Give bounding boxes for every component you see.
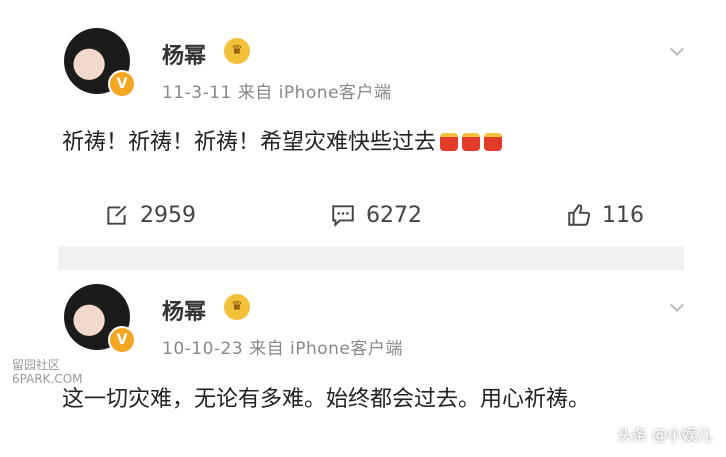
avatar[interactable]: V [64, 28, 136, 98]
watermark-6park: 留园社区 6PARK.COM [12, 358, 83, 386]
candle-emoji-icon [440, 133, 459, 151]
repost-button[interactable]: 2959 [104, 200, 196, 230]
watermark-line2: 6PARK.COM [12, 372, 83, 386]
comment-count: 6272 [366, 202, 422, 228]
post-separator [58, 246, 684, 270]
comment-icon [332, 205, 354, 228]
post-meta: 11-3-11 来自 iPhone客户端 [162, 83, 392, 103]
weibo-post-2: V 杨幂 ♛ 10-10-23 来自 iPhone客户端 这一切灾难，无论有多难… [58, 270, 685, 457]
avatar[interactable]: V [64, 284, 136, 354]
post-meta: 10-10-23 来自 iPhone客户端 [162, 339, 403, 359]
candle-emoji-icon [462, 133, 481, 151]
crown-icon: ♛ [224, 38, 250, 64]
candle-emoji-icon [484, 133, 503, 151]
verified-v-icon: V [108, 70, 136, 98]
repost-count: 2959 [140, 202, 196, 228]
weibo-post-1: V 杨幂 ♛ 11-3-11 来自 iPhone客户端 祈祷！祈祷！祈祷！希望灾… [58, 14, 685, 246]
like-button[interactable]: 116 [566, 200, 644, 230]
chevron-down-icon[interactable] [669, 297, 685, 313]
watermark-line1: 留园社区 [12, 358, 61, 372]
like-count: 116 [602, 202, 644, 228]
thumbs-up-icon [568, 204, 591, 226]
username[interactable]: 杨幂 [162, 38, 206, 70]
comment-button[interactable]: 6272 [330, 200, 422, 230]
action-bar: 2959 6272 116 [58, 200, 684, 230]
username[interactable]: 杨幂 [162, 294, 206, 326]
crown-icon: ♛ [224, 294, 250, 320]
watermark-toutiao: 头条 @小娱儿 [617, 426, 712, 444]
verified-v-icon: V [108, 326, 136, 354]
post-content: 祈祷！祈祷！祈祷！希望灾难快些过去 [62, 124, 662, 162]
post-text: 祈祷！祈祷！祈祷！希望灾难快些过去 [62, 130, 437, 155]
post-content: 这一切灾难，无论有多难。始终都会过去。用心祈祷。 [62, 387, 591, 412]
chevron-down-icon[interactable] [669, 41, 685, 57]
repost-icon [107, 205, 127, 225]
